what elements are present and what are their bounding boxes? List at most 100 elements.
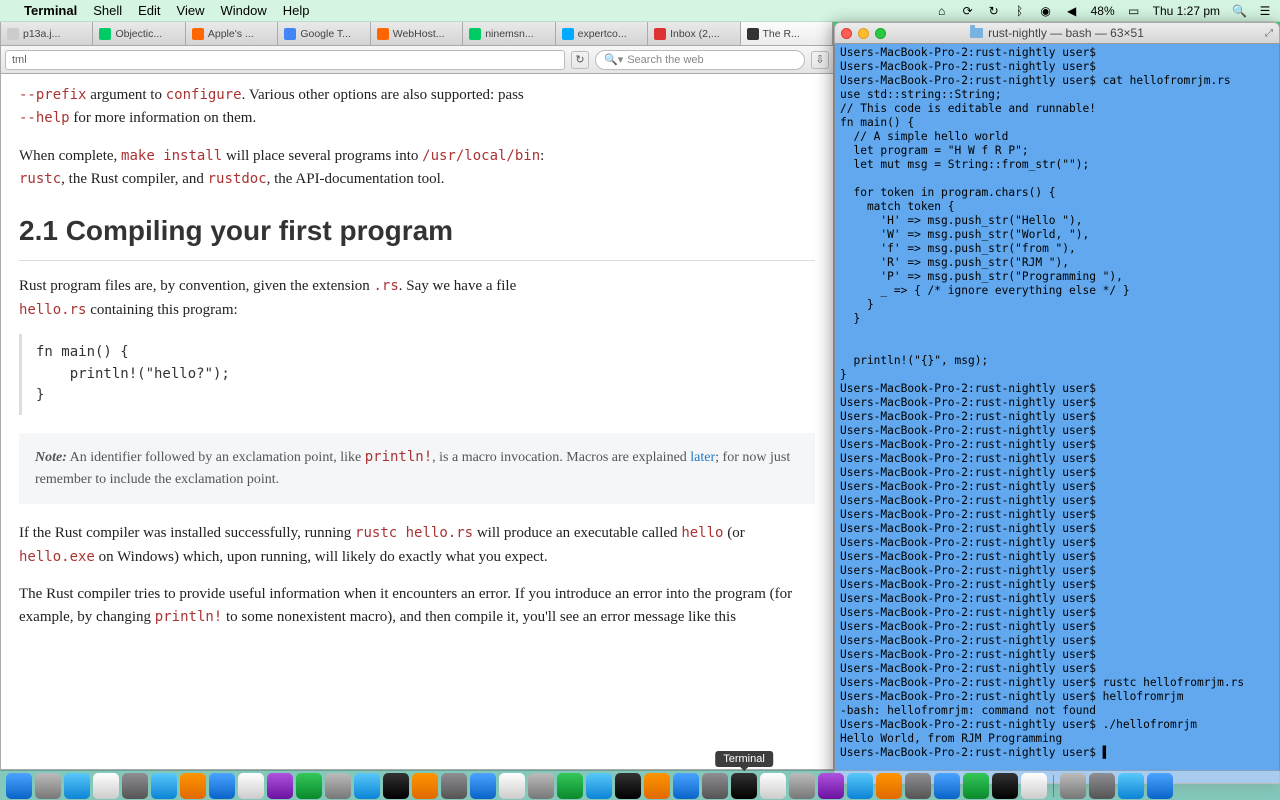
- dock-app[interactable]: [209, 773, 235, 799]
- dropbox-icon[interactable]: ⌂: [935, 4, 949, 18]
- text: If the Rust compiler was installed succe…: [19, 525, 355, 541]
- dock-app[interactable]: [122, 773, 148, 799]
- text: will produce an executable called: [473, 525, 681, 541]
- sync-icon[interactable]: ⟳: [961, 4, 975, 18]
- dock-app[interactable]: [1060, 773, 1086, 799]
- dock-app[interactable]: [441, 773, 467, 799]
- dock-app[interactable]: [296, 773, 322, 799]
- dock-app[interactable]: [1021, 773, 1047, 799]
- code-inline: println!: [155, 609, 222, 625]
- spotlight-icon[interactable]: 🔍: [1232, 4, 1246, 18]
- dock-app[interactable]: [905, 773, 931, 799]
- notifications-icon[interactable]: ☰: [1258, 4, 1272, 18]
- dock-app[interactable]: [93, 773, 119, 799]
- menu-view[interactable]: View: [177, 3, 205, 18]
- menu-edit[interactable]: Edit: [138, 3, 160, 18]
- dock-app[interactable]: [876, 773, 902, 799]
- code-inline: make install: [121, 148, 222, 164]
- terminal-body[interactable]: Users-MacBook-Pro-2:rust-nightly user$ U…: [834, 44, 1280, 784]
- text: for more information on them.: [70, 110, 257, 126]
- dock-app[interactable]: [615, 773, 641, 799]
- menu-shell[interactable]: Shell: [93, 3, 122, 18]
- dock-app[interactable]: [760, 773, 786, 799]
- dock-app[interactable]: [180, 773, 206, 799]
- tab-3[interactable]: Google T...: [278, 22, 370, 45]
- url-bar[interactable]: tml: [5, 50, 565, 70]
- dock-app[interactable]: [934, 773, 960, 799]
- dock-app[interactable]: [586, 773, 612, 799]
- dock-app[interactable]: [383, 773, 409, 799]
- dock-app[interactable]: [673, 773, 699, 799]
- dock-app[interactable]: [238, 773, 264, 799]
- menu-help[interactable]: Help: [283, 3, 310, 18]
- battery-icon[interactable]: ▭: [1127, 4, 1141, 18]
- dock-app[interactable]: [528, 773, 554, 799]
- code-inline: .rs: [374, 278, 399, 294]
- text: . Say we have a file: [399, 278, 516, 294]
- reload-button[interactable]: ↻: [571, 51, 589, 69]
- tab-label: Google T...: [300, 28, 351, 40]
- tab-label: ninemsn...: [485, 28, 533, 40]
- browser-toolbar: tml ↻ 🔍▾ Search the web ⇩: [1, 46, 833, 74]
- download-button[interactable]: ⇩: [811, 51, 829, 69]
- tab-bar: p13a.j... Objectic... Apple's ... Google…: [1, 22, 833, 46]
- tab-5[interactable]: ninemsn...: [463, 22, 555, 45]
- dock-finder[interactable]: [6, 773, 32, 799]
- dock-tooltip: Terminal: [715, 751, 773, 767]
- dock-app[interactable]: [644, 773, 670, 799]
- link-later[interactable]: later: [690, 450, 715, 465]
- dock-app[interactable]: [151, 773, 177, 799]
- dock-app[interactable]: [499, 773, 525, 799]
- clock[interactable]: Thu 1:27 pm: [1153, 4, 1220, 18]
- dock-terminal[interactable]: Terminal: [731, 773, 757, 799]
- menu-window[interactable]: Window: [221, 3, 267, 18]
- dock-app[interactable]: [35, 773, 61, 799]
- tab-6[interactable]: expertco...: [556, 22, 648, 45]
- dock-app[interactable]: [992, 773, 1018, 799]
- dock-app[interactable]: [963, 773, 989, 799]
- code-inline: hello.exe: [19, 549, 95, 565]
- code-inline: configure: [166, 87, 242, 103]
- bluetooth-icon[interactable]: ᛒ: [1013, 4, 1027, 18]
- timemachine-icon[interactable]: ↻: [987, 4, 1001, 18]
- tab-label: Apple's ...: [208, 28, 254, 40]
- dock-app[interactable]: [64, 773, 90, 799]
- tab-label: WebHost...: [393, 28, 445, 40]
- dock-app[interactable]: [557, 773, 583, 799]
- note-title: Note:: [35, 450, 67, 465]
- terminal-titlebar[interactable]: rust-nightly — bash — 63×51 ⤢: [834, 22, 1280, 44]
- dock-app[interactable]: [789, 773, 815, 799]
- dock-app[interactable]: [702, 773, 728, 799]
- tab-label: expertco...: [578, 28, 627, 40]
- search-box[interactable]: 🔍▾ Search the web: [595, 50, 805, 70]
- browser-window: p13a.j... Objectic... Apple's ... Google…: [0, 22, 834, 770]
- text: , is a macro invocation. Macros are expl…: [432, 450, 690, 465]
- dock-app[interactable]: [470, 773, 496, 799]
- tab-label: Objectic...: [115, 28, 162, 40]
- battery-percent[interactable]: 48%: [1091, 4, 1115, 18]
- tab-7[interactable]: Inbox (2,...: [648, 22, 740, 45]
- search-placeholder: Search the web: [627, 54, 703, 66]
- tab-label: p13a.j...: [23, 28, 60, 40]
- menubar: Terminal Shell Edit View Window Help ⌂ ⟳…: [0, 0, 1280, 22]
- wifi-icon[interactable]: ◉: [1039, 4, 1053, 18]
- text: When complete,: [19, 148, 121, 164]
- dock-app[interactable]: [1089, 773, 1115, 799]
- app-menu[interactable]: Terminal: [24, 3, 77, 18]
- dock-app[interactable]: [412, 773, 438, 799]
- dock-app[interactable]: [354, 773, 380, 799]
- tab-8[interactable]: The R...: [741, 22, 833, 45]
- dock-app[interactable]: [267, 773, 293, 799]
- dock-trash[interactable]: [1147, 773, 1173, 799]
- tab-1[interactable]: Objectic...: [93, 22, 185, 45]
- dock-app[interactable]: [325, 773, 351, 799]
- dock-app[interactable]: [847, 773, 873, 799]
- text: , the Rust compiler, and: [61, 171, 207, 187]
- dock-app[interactable]: [1118, 773, 1144, 799]
- tab-4[interactable]: WebHost...: [371, 22, 463, 45]
- terminal-title: rust-nightly — bash — 63×51: [835, 26, 1279, 40]
- dock-app[interactable]: [818, 773, 844, 799]
- tab-0[interactable]: p13a.j...: [1, 22, 93, 45]
- volume-icon[interactable]: ◀: [1065, 4, 1079, 18]
- tab-2[interactable]: Apple's ...: [186, 22, 278, 45]
